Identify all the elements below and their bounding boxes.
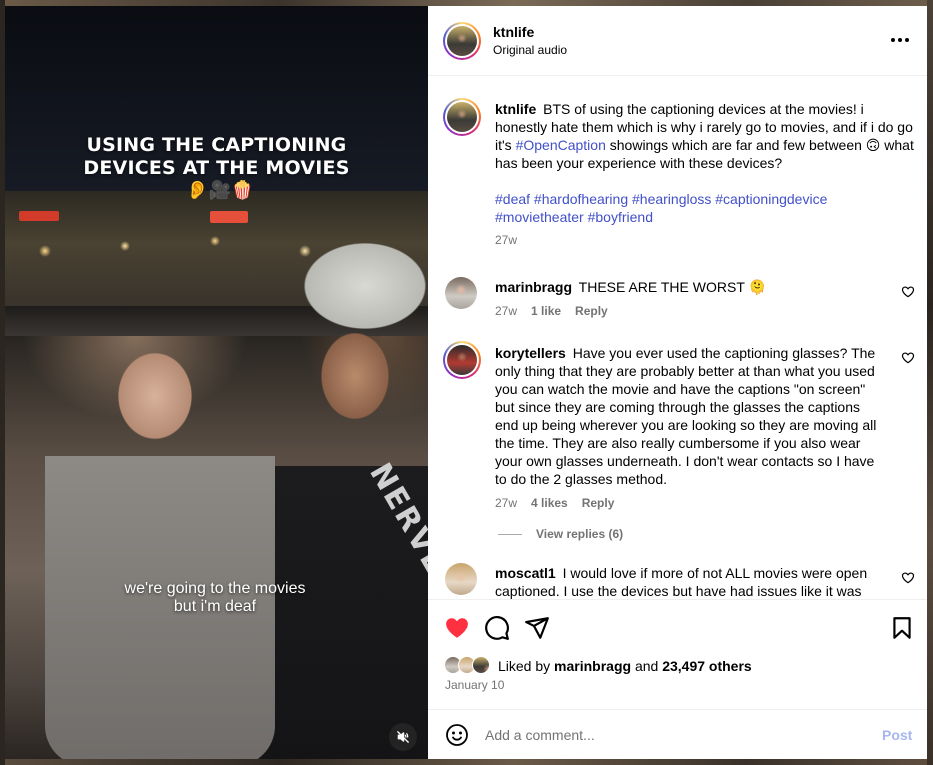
original-audio-link[interactable]: Original audio bbox=[493, 43, 567, 57]
comment-text: marinbragg THESE ARE THE WORST 🫠 bbox=[495, 278, 885, 296]
comment-like-heart-icon[interactable] bbox=[901, 285, 915, 299]
more-dot-icon bbox=[891, 38, 895, 42]
liked-by-prefix: Liked by bbox=[498, 658, 551, 674]
comment-avatar[interactable] bbox=[445, 563, 477, 595]
liked-by-others[interactable]: 23,497 others bbox=[662, 658, 752, 674]
liked-by-avatar bbox=[472, 656, 490, 674]
more-dot-icon bbox=[898, 38, 902, 42]
add-comment-input[interactable]: Add a comment... bbox=[485, 727, 595, 743]
comment-time[interactable]: 27w bbox=[495, 496, 517, 510]
video-emojis: 👂🎥🍿 bbox=[186, 180, 254, 201]
caption-username[interactable]: ktnlife bbox=[495, 101, 536, 117]
comment-avatar[interactable] bbox=[443, 341, 481, 379]
comment-time[interactable]: 27w bbox=[495, 304, 517, 318]
mute-button[interactable] bbox=[389, 723, 417, 751]
comment-reply-button[interactable]: Reply bbox=[575, 304, 608, 318]
caption-hashtags[interactable]: #deaf #hardofhearing #hearingloss #capti… bbox=[495, 190, 915, 226]
comment-like-heart-icon[interactable] bbox=[901, 571, 915, 585]
video-subtitle-line1: we're going to the movies bbox=[124, 580, 306, 597]
author-avatar[interactable] bbox=[443, 22, 481, 60]
caption-avatar[interactable] bbox=[443, 98, 481, 136]
view-replies-label[interactable]: View replies (6) bbox=[536, 527, 623, 541]
comment-username[interactable]: korytellers bbox=[495, 345, 566, 361]
comment-text: korytellers Have you ever used the capti… bbox=[495, 344, 887, 488]
comment-meta: 27w 4 likes Reply bbox=[495, 496, 614, 510]
comment-meta: 27w 1 like Reply bbox=[495, 304, 608, 318]
comment-bubble-icon[interactable] bbox=[484, 615, 510, 641]
background-feed-bottom bbox=[0, 759, 933, 765]
comments-list[interactable]: ktnlife BTS of using the captioning devi… bbox=[428, 77, 927, 599]
speaker-muted-icon bbox=[397, 731, 409, 743]
caption-text: ktnlife BTS of using the captioning devi… bbox=[495, 100, 915, 172]
post-video[interactable]: NERVE USING THE CAPTIONING DEVICES AT TH… bbox=[5, 6, 428, 759]
comment-text: moscatl1 I would love if more of not ALL… bbox=[495, 564, 887, 599]
comment-likes[interactable]: 4 likes bbox=[531, 496, 568, 510]
post-details-panel: ktnlife Original audio ktnlife BTS of us… bbox=[428, 6, 927, 759]
more-dot-icon bbox=[905, 38, 909, 42]
liked-by-and: and bbox=[634, 658, 659, 674]
video-headline-line1: USING THE CAPTIONING bbox=[86, 134, 347, 156]
comment-username[interactable]: marinbragg bbox=[495, 279, 572, 295]
video-subtitle: we're going to the movies but i'm deaf bbox=[65, 580, 365, 616]
comment-like-heart-icon[interactable] bbox=[901, 351, 915, 365]
video-headline: USING THE CAPTIONING DEVICES AT THE MOVI… bbox=[35, 134, 398, 180]
post-actions: Liked by marinbragg and 23,497 others Ja… bbox=[428, 599, 927, 709]
like-heart-icon[interactable] bbox=[444, 615, 470, 641]
emoji-smiley-icon[interactable] bbox=[445, 723, 469, 747]
view-replies-button[interactable]: View replies (6) bbox=[498, 527, 623, 541]
post-date[interactable]: January 10 bbox=[445, 678, 504, 692]
more-options-button[interactable] bbox=[888, 30, 912, 50]
background-feed-right bbox=[927, 0, 933, 765]
comment-reply-button[interactable]: Reply bbox=[582, 496, 615, 510]
hashtag-opencaption-link[interactable]: #OpenCaption bbox=[516, 137, 606, 153]
liked-by-avatars[interactable] bbox=[444, 656, 496, 676]
comment-body: THESE ARE THE WORST 🫠 bbox=[578, 279, 766, 295]
caption-time[interactable]: 27w bbox=[495, 233, 517, 247]
comment-avatar[interactable] bbox=[445, 277, 477, 309]
video-store-sign bbox=[210, 211, 248, 223]
comment-username[interactable]: moscatl1 bbox=[495, 565, 556, 581]
hashtags-line2[interactable]: #movietheater #boyfriend bbox=[495, 208, 915, 226]
save-bookmark-icon[interactable] bbox=[889, 615, 915, 641]
liked-by-user[interactable]: marinbragg bbox=[554, 658, 631, 674]
liked-by-row: Liked by marinbragg and 23,497 others bbox=[444, 656, 752, 676]
video-subtitle-line2: but i'm deaf bbox=[173, 598, 257, 615]
author-username[interactable]: ktnlife bbox=[493, 24, 534, 40]
view-replies-line bbox=[498, 533, 522, 535]
post-header: ktnlife Original audio bbox=[428, 6, 927, 76]
hashtags-line1[interactable]: #deaf #hardofhearing #hearingloss #capti… bbox=[495, 190, 915, 208]
add-comment-bar: Add a comment... Post bbox=[428, 709, 927, 759]
share-send-icon[interactable] bbox=[524, 615, 550, 641]
video-store-sign bbox=[19, 211, 59, 221]
comment-likes[interactable]: 1 like bbox=[531, 304, 561, 318]
video-person-left bbox=[45, 326, 275, 759]
comment-body: Have you ever used the captioning glasse… bbox=[495, 345, 877, 487]
caption-meta: 27w bbox=[495, 233, 517, 247]
video-headline-line2: DEVICES AT THE MOVIES bbox=[83, 157, 350, 179]
post-comment-button[interactable]: Post bbox=[882, 727, 912, 743]
